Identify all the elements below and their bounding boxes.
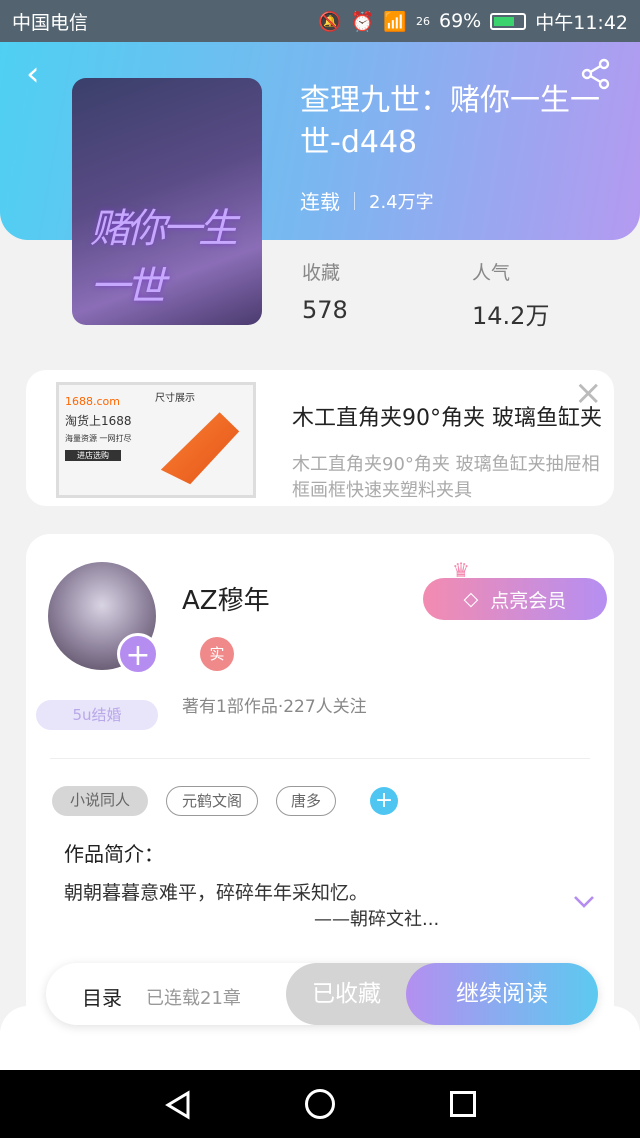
close-icon[interactable]: × bbox=[574, 376, 603, 410]
nav-back-icon[interactable] bbox=[164, 1090, 192, 1120]
cover-title: 赌你一生一世 bbox=[90, 206, 238, 310]
divider bbox=[50, 758, 590, 759]
tag-2[interactable]: 唐多 bbox=[276, 786, 336, 816]
back-icon[interactable]: ‹ bbox=[26, 57, 40, 91]
nav-recent-icon[interactable] bbox=[450, 1091, 476, 1117]
diamond-icon: ◇ bbox=[463, 588, 479, 610]
vip-button[interactable]: ◇ 点亮会员 bbox=[423, 578, 607, 620]
book-meta: 连载 2.4万字 bbox=[300, 186, 434, 215]
ad-image-caption: 尺寸展示 bbox=[155, 393, 195, 404]
intro-text: 朝朝暮暮意难平，碎碎年年采知忆。 bbox=[64, 882, 369, 904]
author-name[interactable]: AZ穆年 bbox=[182, 580, 270, 617]
continue-reading-button[interactable]: 继续阅读 bbox=[406, 963, 598, 1025]
book-status: 连载 bbox=[300, 190, 340, 214]
author-works-info: 著有1部作品·227人关注 bbox=[182, 697, 367, 717]
status-bar: 中国电信 🔕 ⏰ 📶 26 69% 中午11:42 bbox=[0, 0, 640, 42]
popularity-value: 14.2万 bbox=[472, 302, 550, 330]
ad-image-brand: 1688.com bbox=[65, 395, 120, 408]
mute-icon: 🔕 bbox=[317, 10, 342, 33]
network-label: 26 bbox=[416, 14, 430, 28]
word-count: 2.4万字 bbox=[369, 191, 434, 213]
ad-image-button: 进店选购 bbox=[65, 450, 121, 461]
alarm-icon: ⏰ bbox=[350, 10, 375, 33]
intro-label: 作品简介： bbox=[64, 842, 164, 866]
ad-image-sub: 海量资源 一网打尽 bbox=[65, 434, 132, 443]
tag-0[interactable]: 小说同人 bbox=[52, 786, 148, 816]
clamp-product-image bbox=[160, 412, 240, 485]
follow-plus-icon[interactable]: + bbox=[117, 633, 159, 675]
ad-banner[interactable]: 1688.com 淘货上1688 海量资源 一网打尽 进店选购 尺寸展示 木工直… bbox=[26, 370, 614, 506]
verified-badge: 实 bbox=[200, 637, 234, 671]
book-title: 查理九世：赌你一生一世-d448 bbox=[300, 83, 600, 160]
toc-button[interactable]: 目录 bbox=[82, 982, 122, 1011]
ad-title: 木工直角夹90°角夹 玻璃鱼缸夹 bbox=[292, 406, 602, 431]
vip-label: 点亮会员 bbox=[490, 589, 567, 612]
battery-icon bbox=[490, 12, 527, 30]
wifi-icon: 📶 bbox=[383, 10, 407, 33]
add-tag-icon[interactable]: + bbox=[370, 787, 398, 815]
ad-image[interactable]: 1688.com 淘货上1688 海量资源 一网打尽 进店选购 尺寸展示 bbox=[56, 382, 256, 498]
battery-percent: 69% bbox=[439, 10, 482, 32]
ad-description: 木工直角夹90°角夹 玻璃鱼缸夹抽屉相框画框快速夹塑料夹具 bbox=[292, 454, 600, 501]
nav-home-icon[interactable] bbox=[305, 1089, 335, 1119]
badge-5u[interactable]: 5u结婚 bbox=[36, 700, 158, 730]
book-cover[interactable]: 赌你一生一世 bbox=[72, 78, 262, 325]
favorites-value: 578 bbox=[302, 296, 348, 324]
carrier-label: 中国电信 bbox=[12, 11, 89, 34]
chevron-down-icon[interactable] bbox=[572, 894, 596, 910]
chapter-count: 已连载21章 bbox=[146, 988, 241, 1009]
favorites-label: 收藏 bbox=[302, 262, 341, 284]
intro-signature: ——朝碎文社... bbox=[314, 909, 440, 930]
tag-1[interactable]: 元鹤文阁 bbox=[166, 786, 258, 816]
clock: 中午11:42 bbox=[535, 11, 628, 34]
popularity-label: 人气 bbox=[472, 262, 511, 284]
ad-image-headline: 淘货上1688 bbox=[65, 414, 132, 428]
meta-divider bbox=[354, 191, 355, 210]
